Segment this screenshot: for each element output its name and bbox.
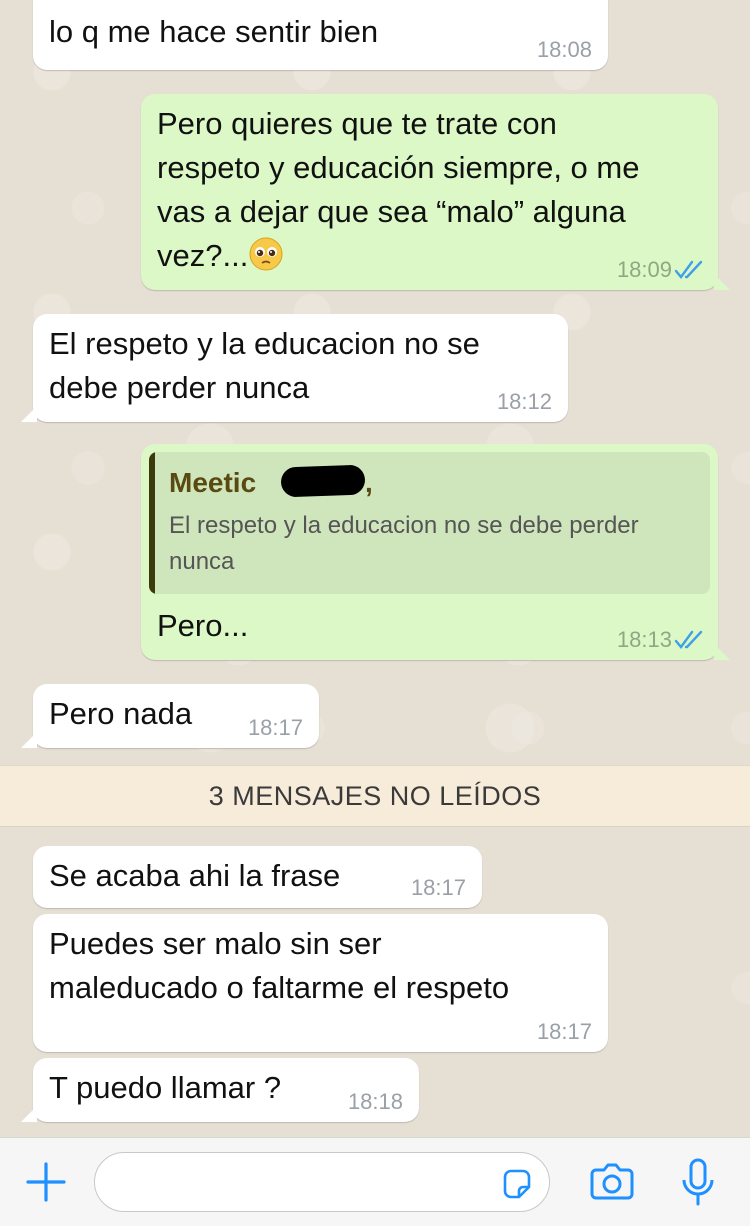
message-bubble-outgoing[interactable]: Pero quieres que te trate con respeto y … [141,94,730,290]
message-time: 18:18 [347,1089,403,1114]
message-input-container[interactable] [94,1152,550,1212]
message-bubble-incoming[interactable]: T puedo llamar ? 18:18 [21,1058,419,1122]
message-text: T puedo llamar ? [49,1070,282,1105]
message-text: Se acaba ahi la frase [49,858,341,893]
message-text: El respeto y la educacion no se debe per… [49,326,480,405]
quote-text: El respeto y la educacion no se debe per… [169,512,639,575]
pleading-face-emoji [249,237,283,271]
quote-author: Meetic [169,467,257,498]
message-time: 18:12 [496,389,552,414]
read-ticks-icon [674,260,703,279]
input-toolbar [0,1137,750,1226]
camera-icon[interactable] [584,1154,640,1210]
message-time: 18:08 [536,37,592,62]
message-text: Pero nada [49,696,193,731]
sticker-icon[interactable] [499,1165,535,1201]
message-bubble-incoming[interactable]: El respeto y la educacion no se debe per… [21,314,568,422]
message-time: 18:17 [247,715,303,740]
message-bubble-outgoing-reply[interactable]: Meetic , El respeto y la educacion no se… [141,444,730,660]
message-time: 18:13 [616,627,672,652]
chat-area[interactable]: lo q me hace sentir bien 18:08 Pero quie… [0,0,750,1137]
message-time: 18:09 [616,257,672,282]
message-text: lo q me hace sentir bien [49,14,379,49]
message-bubble-incoming[interactable]: lo q me hace sentir bien 18:08 [33,0,608,70]
message-time: 18:17 [410,875,466,900]
unread-messages-banner: 3 MENSAJES NO LEÍDOS [0,766,750,826]
quote-author-suffix: , [365,467,373,498]
message-input[interactable] [111,1163,495,1205]
message-bubble-incoming[interactable]: Se acaba ahi la frase 18:17 [33,846,482,908]
quote-bar [149,452,155,594]
message-time: 18:17 [536,1019,592,1044]
microphone-icon[interactable] [670,1154,726,1210]
plus-icon[interactable] [18,1154,74,1210]
message-bubble-incoming[interactable]: Puedes ser malo sin ser maleducado o fal… [33,914,608,1052]
message-text: Pero... [157,608,249,643]
message-bubble-incoming[interactable]: Pero nada 18:17 [21,684,319,748]
quoted-message[interactable]: Meetic , El respeto y la educacion no se… [149,452,710,594]
redacted-name [280,464,366,498]
message-text: Puedes ser malo sin ser maleducado o fal… [49,926,510,1005]
read-ticks-icon [674,630,703,649]
message-text-body: Pero quieres que te trate con respeto y … [157,106,640,273]
message-text: Pero quieres que te trate con respeto y … [157,102,639,278]
